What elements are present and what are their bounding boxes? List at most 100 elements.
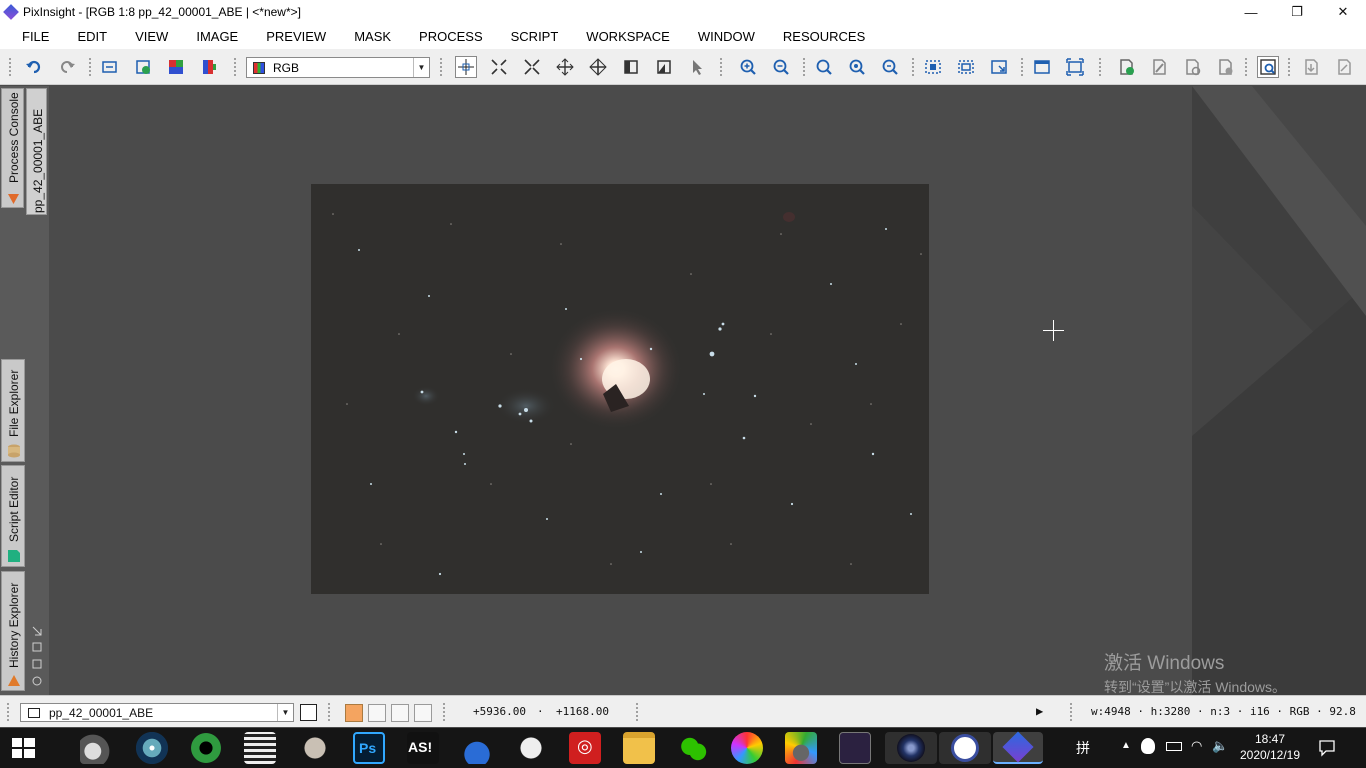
menu-script[interactable]: SCRIPT	[497, 24, 573, 49]
tab-script-editor[interactable]: Script Editor	[1, 465, 25, 567]
toolbar-grip[interactable]	[802, 57, 806, 77]
ime-indicator[interactable]: 拼	[1076, 738, 1090, 758]
minimize-button[interactable]: —	[1228, 0, 1274, 24]
new-preview-icon[interactable]	[955, 56, 977, 78]
notes-app-icon[interactable]	[785, 732, 817, 764]
menu-mask[interactable]: MASK	[340, 24, 405, 49]
tab-history-explorer[interactable]: History Explorer	[1, 571, 25, 691]
wifi-icon[interactable]: ◠	[1191, 738, 1202, 754]
fit-window-icon[interactable]	[988, 56, 1010, 78]
new-image-icon[interactable]	[132, 56, 154, 78]
mask-slot-swatch[interactable]	[391, 704, 409, 722]
undo-icon[interactable]	[23, 56, 45, 78]
zoom-plus-icon[interactable]	[846, 56, 868, 78]
toolbar-grip[interactable]	[8, 57, 12, 77]
toolbar-grip[interactable]	[233, 57, 237, 77]
zoom-in-icon[interactable]	[737, 56, 759, 78]
toolbar-grip[interactable]	[6, 702, 10, 722]
fit-view-icon[interactable]	[620, 56, 642, 78]
toolbar-grip[interactable]	[327, 702, 331, 722]
tray-overflow-icon[interactable]: ▲	[1121, 740, 1131, 751]
toolbar-grip[interactable]	[1069, 702, 1073, 722]
view-selector[interactable]: pp_42_00001_ABE ▼	[20, 703, 294, 722]
tab-process-console[interactable]: Process Console	[1, 88, 24, 208]
fit-image-icon[interactable]	[653, 56, 675, 78]
star-alignment-icon[interactable]	[1257, 56, 1279, 78]
redo-icon[interactable]	[56, 56, 78, 78]
pan-mode-icon[interactable]	[521, 56, 543, 78]
zoom-in-fit-icon[interactable]	[488, 56, 510, 78]
maximize-view-icon[interactable]	[1031, 56, 1053, 78]
toolbar-grip[interactable]	[1020, 57, 1024, 77]
screen-transfer-icon[interactable]	[1300, 56, 1322, 78]
play-icon[interactable]: ▶	[1036, 704, 1043, 718]
stellarium-app-icon[interactable]	[299, 732, 331, 764]
zoom-out-icon[interactable]	[770, 56, 792, 78]
mask-slot-swatch[interactable]	[368, 704, 386, 722]
toolbar-grip[interactable]	[911, 57, 915, 77]
edit-mask-icon[interactable]	[1148, 56, 1170, 78]
center-icon[interactable]	[587, 56, 609, 78]
menu-preview[interactable]: PREVIEW	[252, 24, 340, 49]
view-explorer-button[interactable]	[300, 704, 317, 721]
menu-resources[interactable]: RESOURCES	[769, 24, 879, 49]
toolbar-grip[interactable]	[439, 57, 443, 77]
full-screen-icon[interactable]	[1064, 56, 1086, 78]
identifier-icon[interactable]	[99, 56, 121, 78]
rgb-combine-icon[interactable]	[198, 56, 220, 78]
auto-stretch-icon[interactable]	[1333, 56, 1355, 78]
restore-button[interactable]: ❐	[1274, 0, 1320, 24]
zoom-minus-icon[interactable]	[879, 56, 901, 78]
battery-icon[interactable]	[1166, 742, 1182, 751]
photoshop-app-icon[interactable]: Ps	[353, 732, 385, 764]
wechat-app-icon[interactable]	[677, 732, 709, 764]
netease-music-app-icon[interactable]: ◎	[569, 732, 601, 764]
toolbar-grip[interactable]	[635, 702, 639, 722]
readout-mode-icon[interactable]	[455, 56, 477, 78]
toolbar-grip[interactable]	[719, 57, 723, 77]
sharpcap-app-icon[interactable]	[244, 732, 276, 764]
camera-app-icon[interactable]	[839, 732, 871, 764]
sky-globe-app-icon[interactable]	[515, 732, 547, 764]
menu-workspace[interactable]: WORKSPACE	[572, 24, 684, 49]
mask-visible-icon[interactable]	[1181, 56, 1203, 78]
mask-slot-swatch[interactable]	[414, 704, 432, 722]
close-button[interactable]: ✕	[1320, 0, 1366, 24]
menu-image[interactable]: IMAGE	[182, 24, 252, 49]
move-icon[interactable]	[554, 56, 576, 78]
zoom-1-1-icon[interactable]	[813, 56, 835, 78]
observatory-app-icon[interactable]	[939, 732, 991, 764]
tab-file-explorer[interactable]: File Explorer	[1, 359, 25, 462]
pixinsight-app-icon[interactable]	[993, 731, 1043, 764]
file-explorer-app-icon[interactable]	[623, 732, 655, 764]
menu-process[interactable]: PROCESS	[405, 24, 497, 49]
asi-studio-app-icon[interactable]: AS!	[407, 732, 439, 764]
pointer-icon[interactable]	[686, 56, 708, 78]
deep-sky-app-icon[interactable]	[136, 732, 168, 764]
menu-edit[interactable]: EDIT	[63, 24, 121, 49]
invert-mask-icon[interactable]	[1214, 56, 1236, 78]
rgb-extract-icon[interactable]	[165, 56, 187, 78]
menu-window[interactable]: WINDOW	[684, 24, 769, 49]
toolbar-grip[interactable]	[1287, 57, 1291, 77]
menu-file[interactable]: FILE	[8, 24, 63, 49]
menu-view[interactable]: VIEW	[121, 24, 182, 49]
image-view-orion-nebula[interactable]	[311, 184, 929, 594]
chevron-down-icon[interactable]: ▼	[413, 58, 429, 77]
new-mask-icon[interactable]	[1115, 56, 1137, 78]
qq-tray-icon[interactable]	[1141, 738, 1155, 754]
terminal-app-icon[interactable]	[80, 732, 112, 764]
toolbar-grip[interactable]	[442, 702, 446, 722]
chevron-down-icon[interactable]: ▼	[277, 704, 293, 721]
notifications-icon[interactable]	[1318, 739, 1336, 757]
windows-start-icon[interactable]	[12, 738, 36, 758]
tab-image-view[interactable]: pp_42_00001_ABE	[26, 88, 47, 215]
browser-app-icon[interactable]	[731, 732, 763, 764]
nighttime-imaging-app-icon[interactable]	[461, 732, 493, 764]
toolbar-grip[interactable]	[1244, 57, 1248, 77]
system-clock[interactable]: 18:47 2020/12/19	[1236, 731, 1304, 763]
volume-icon[interactable]: 🔈	[1212, 738, 1228, 754]
color-sample-swatch[interactable]	[345, 704, 363, 722]
deep-sky-stacker-app-icon[interactable]	[885, 732, 937, 764]
select-preview-icon[interactable]	[922, 56, 944, 78]
